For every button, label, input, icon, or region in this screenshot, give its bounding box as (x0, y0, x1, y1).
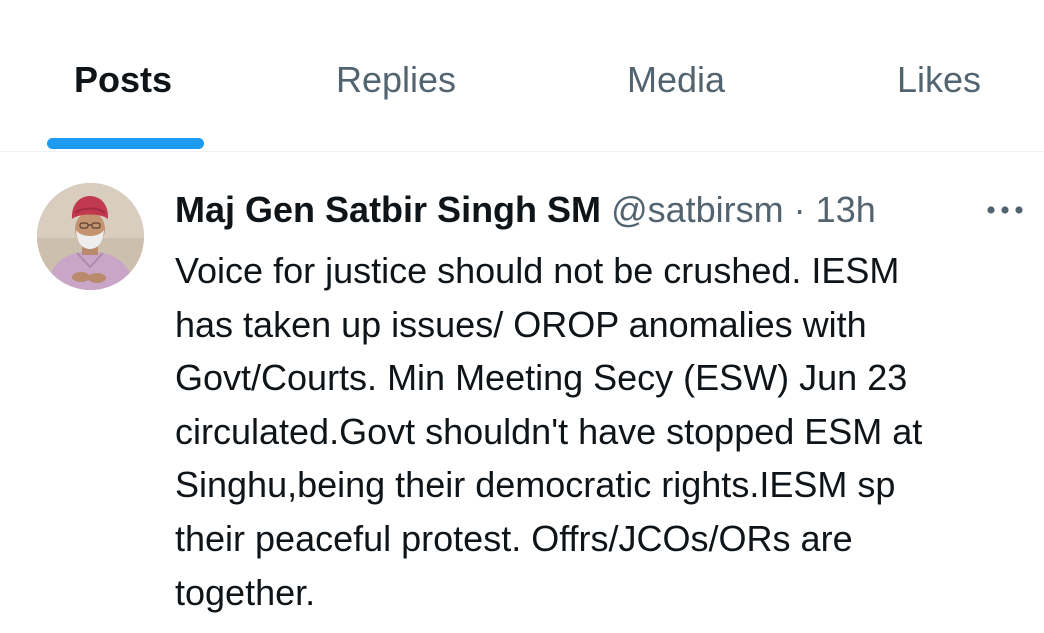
profile-tabs: Posts Replies Media Likes (0, 0, 1044, 152)
post-header: Maj Gen Satbir Singh SM @satbirsm · 13h (175, 186, 876, 234)
tab-likes[interactable]: Likes (897, 56, 981, 104)
author-handle[interactable]: @satbirsm (611, 189, 784, 230)
separator-dot: · (793, 189, 806, 230)
active-tab-indicator (47, 138, 204, 149)
avatar-image (37, 183, 144, 290)
post-time[interactable]: 13h (816, 189, 876, 230)
tab-replies[interactable]: Replies (336, 56, 456, 104)
more-horizontal-icon[interactable] (986, 200, 1024, 220)
tab-posts[interactable]: Posts (74, 56, 172, 104)
post[interactable]: Maj Gen Satbir Singh SM @satbirsm · 13h … (0, 152, 1044, 633)
tab-media[interactable]: Media (627, 56, 725, 104)
post-text: Voice for justice should not be crushed.… (175, 250, 923, 613)
avatar[interactable] (37, 183, 144, 290)
author-name[interactable]: Maj Gen Satbir Singh SM (175, 189, 601, 230)
